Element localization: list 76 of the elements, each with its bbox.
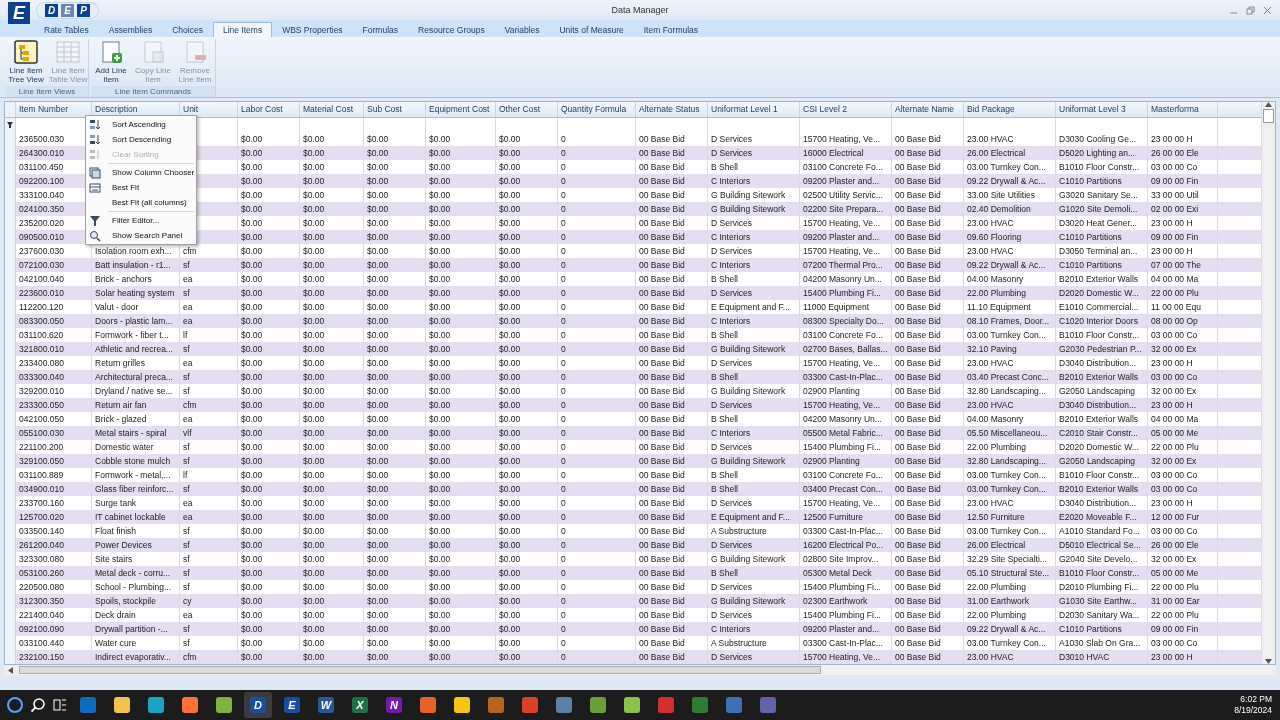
menu-item[interactable]: Show Column Chooser [86, 165, 196, 180]
table-cell: 23.00 HVAC [964, 650, 1056, 664]
column-header[interactable]: Alternate Status [636, 102, 708, 117]
restore-icon[interactable] [1246, 5, 1255, 15]
close-icon[interactable] [1263, 5, 1272, 15]
ribbon-button[interactable]: Add Line Item [91, 39, 131, 86]
best-fit-icon [89, 181, 101, 194]
sort-descending-icon [89, 133, 101, 146]
tab[interactable]: Resource Groups [408, 22, 495, 37]
tab[interactable]: Units of Measure [549, 22, 634, 37]
table-cell: 23 00 00 H [1148, 650, 1218, 664]
search-icon [89, 229, 101, 242]
table-cell: cfm [180, 650, 238, 664]
tab[interactable]: Assemblies [98, 22, 163, 37]
column-header[interactable]: CSI Level 2 [800, 102, 892, 117]
start-icon[interactable] [6, 696, 24, 714]
app-logo: E [8, 2, 30, 24]
quick-access-button[interactable]: D [45, 3, 58, 17]
column-header[interactable]: Masterforma [1148, 102, 1218, 117]
column-header[interactable]: Bid Package [964, 102, 1056, 117]
table-cell: $0.00 [364, 650, 426, 664]
column-header[interactable]: Uniformat Level 3 [1056, 102, 1148, 117]
taskbar-app-button[interactable]: N [380, 692, 408, 718]
search-icon[interactable] [30, 697, 46, 713]
table-icon [55, 40, 81, 64]
column-header[interactable]: Equipment Cost [426, 102, 496, 117]
filter-icon [89, 214, 101, 227]
clock-time: 6:02 PM [1240, 694, 1272, 705]
clear-sorting-icon [89, 148, 101, 161]
task-view-icon[interactable] [52, 697, 68, 713]
window-title: Data Manager [611, 5, 669, 15]
taskbar-app-button[interactable]: W [312, 692, 340, 718]
tab[interactable]: Variables [494, 22, 550, 37]
table-cell: D3010 HVAC [1056, 650, 1148, 664]
table-cell: 00 Base Bid [892, 650, 964, 664]
quick-access-button[interactable]: E [61, 3, 74, 17]
column-header[interactable]: Labor Cost [238, 102, 300, 117]
table-cell: $0.00 [496, 650, 558, 664]
table-cell: 00 Base Bid [636, 650, 708, 664]
tab[interactable]: Line Items [212, 22, 273, 37]
taskbar-app-button[interactable]: X [346, 692, 374, 718]
column-header[interactable]: Material Cost [300, 102, 364, 117]
scroll-left-icon[interactable] [8, 666, 13, 674]
column-header[interactable]: Alternate Name [892, 102, 964, 117]
group-label: Line Item Commands [91, 86, 215, 97]
table-cell: 15700 Heating, Ve... [800, 650, 892, 664]
table-cell: Indirect evaporativ... [92, 650, 180, 664]
taskbar-app-button[interactable]: E [278, 692, 306, 718]
menu-item[interactable]: Sort Ascending [86, 117, 196, 132]
table-cell: $0.00 [300, 650, 364, 664]
table-cell: D Services [708, 650, 800, 664]
scroll-up-icon[interactable] [1265, 102, 1272, 107]
table-cell: $0.00 [238, 650, 300, 664]
tab[interactable]: Rate Tables [34, 22, 99, 37]
clock-date: 8/19/2024 [1234, 705, 1272, 716]
table-cell: $0.00 [426, 650, 496, 664]
column-header[interactable]: Quantity Formula [558, 102, 636, 117]
scrollbar-thumb[interactable] [1263, 109, 1274, 123]
tab[interactable]: WBS Properties [272, 22, 353, 37]
table-cell: 232100.150 [16, 650, 92, 664]
filter-icon [7, 122, 13, 128]
sort-ascending-icon [89, 118, 101, 131]
group-label: Line Item Views [6, 86, 88, 97]
column-header[interactable]: Uniformat Level 1 [708, 102, 800, 117]
scrollbar-thumb[interactable] [19, 666, 821, 674]
tree-view-icon [13, 40, 39, 64]
column-header[interactable]: Sub Cost [364, 102, 426, 117]
column-header[interactable]: Other Cost [496, 102, 558, 117]
tab[interactable]: Item Formulas [633, 22, 709, 37]
tab[interactable]: Formulas [352, 22, 409, 37]
table-cell: 0 [558, 650, 636, 664]
quick-access-button[interactable]: P [77, 3, 90, 17]
taskbar-app-button[interactable]: D [244, 692, 272, 718]
tab[interactable]: Choices [162, 22, 213, 37]
ribbon-button[interactable]: Line Item Tree View [6, 39, 46, 86]
column-chooser-icon [89, 166, 101, 179]
